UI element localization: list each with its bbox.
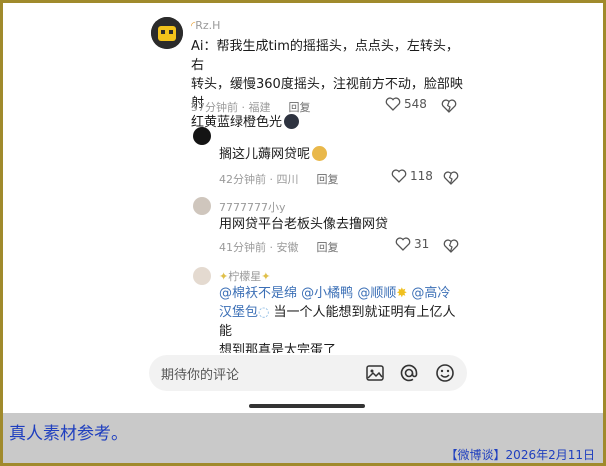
avatar[interactable]: [193, 127, 211, 145]
broken-heart-icon: [443, 171, 459, 185]
image-icon[interactable]: [365, 363, 385, 387]
comment-text: 用网贷平台老板头像去撸网贷: [219, 217, 389, 232]
heart-icon: [385, 97, 401, 111]
comment-text: Ai：帮我生成tim的摇摇头，点点头，左转头，右 转头，缓慢360度摇头，注视前…: [191, 39, 463, 130]
comment-input-bar[interactable]: 期待你的评论: [149, 355, 467, 391]
sparkle-icon: ✦: [219, 270, 229, 283]
avatar[interactable]: [193, 267, 211, 285]
caption-footer: 【微博谈】2026年2月11日: [445, 448, 595, 462]
mention-link[interactable]: @棉袄不是绵: [219, 286, 297, 301]
dislike-button[interactable]: [441, 98, 457, 117]
screenshot-frame: ◜Rz.H Ai：帮我生成tim的摇摇头，点点头，左转头，右 转头，缓慢360度…: [0, 0, 606, 466]
comment-item: ✦柠檬星✦ @棉袄不是绵 @小橘鸭 @顺顺✸ @高冷 汉堡包◌ 当一个人能想到就…: [139, 263, 475, 353]
comment-username[interactable]: ✦柠檬星✦: [219, 268, 270, 284]
caption-band: 真人素材参考。 【微博谈】2026年2月11日: [3, 413, 603, 463]
heart-icon: [391, 169, 407, 183]
caption-title: 真人素材参考。: [9, 424, 128, 444]
comment-item: 7777777小y 用网贷平台老板头像去撸网贷 41分钟前 · 安徽 回复 31: [139, 193, 475, 257]
home-indicator: [249, 404, 365, 408]
comment-meta: 41分钟前 · 安徽 回复: [219, 241, 339, 254]
comment-input[interactable]: 期待你的评论: [161, 364, 239, 383]
broken-heart-icon: [443, 239, 459, 253]
mention-link[interactable]: @顺顺: [357, 286, 396, 301]
dislike-button[interactable]: [443, 170, 459, 189]
heart-icon: [395, 237, 411, 251]
star-emoji-icon: ✸: [396, 286, 408, 301]
comment-panel: ◜Rz.H Ai：帮我生成tim的摇摇头，点点头，左转头，右 转头，缓慢360度…: [139, 11, 475, 411]
comment-meta: 57分钟前 · 福建 回复: [191, 101, 311, 114]
broken-heart-icon: [441, 99, 457, 113]
mention-link[interactable]: @小橘鸭: [301, 286, 353, 301]
comment-item: 搁这儿薅网贷呢 42分钟前 · 四川 回复 118: [139, 123, 475, 187]
reply-button[interactable]: 回复: [289, 101, 311, 114]
comment-text: @棉袄不是绵 @小橘鸭 @顺顺✸ @高冷 汉堡包◌ 当一个人能想到就证明有上亿人…: [219, 286, 456, 353]
emoji-icon[interactable]: [435, 363, 455, 387]
dislike-button[interactable]: [443, 238, 459, 257]
mention-link[interactable]: 汉堡包: [219, 305, 258, 320]
comment-meta: 42分钟前 · 四川 回复: [219, 173, 339, 186]
comment-username[interactable]: ◜Rz.H: [191, 19, 220, 32]
bubbles-emoji-icon: ◌: [258, 305, 270, 320]
sparkle-icon: ✦: [261, 270, 271, 283]
like-button[interactable]: 31: [395, 237, 429, 251]
reply-button[interactable]: 回复: [317, 241, 339, 254]
comment-text: 搁这儿薅网贷呢: [219, 145, 459, 164]
avatar[interactable]: [151, 17, 183, 49]
reply-button[interactable]: 回复: [317, 173, 339, 186]
like-button[interactable]: 548: [385, 97, 427, 111]
avatar[interactable]: [193, 197, 211, 215]
comment-item: ◜Rz.H Ai：帮我生成tim的摇摇头，点点头，左转头，右 转头，缓慢360度…: [139, 11, 475, 130]
mention-link[interactable]: @高冷: [411, 286, 450, 301]
dog-face-emoji-icon: [312, 146, 328, 161]
like-button[interactable]: 118: [391, 169, 433, 183]
comment-username[interactable]: 7777777小y: [219, 199, 286, 215]
at-icon[interactable]: [399, 363, 419, 387]
